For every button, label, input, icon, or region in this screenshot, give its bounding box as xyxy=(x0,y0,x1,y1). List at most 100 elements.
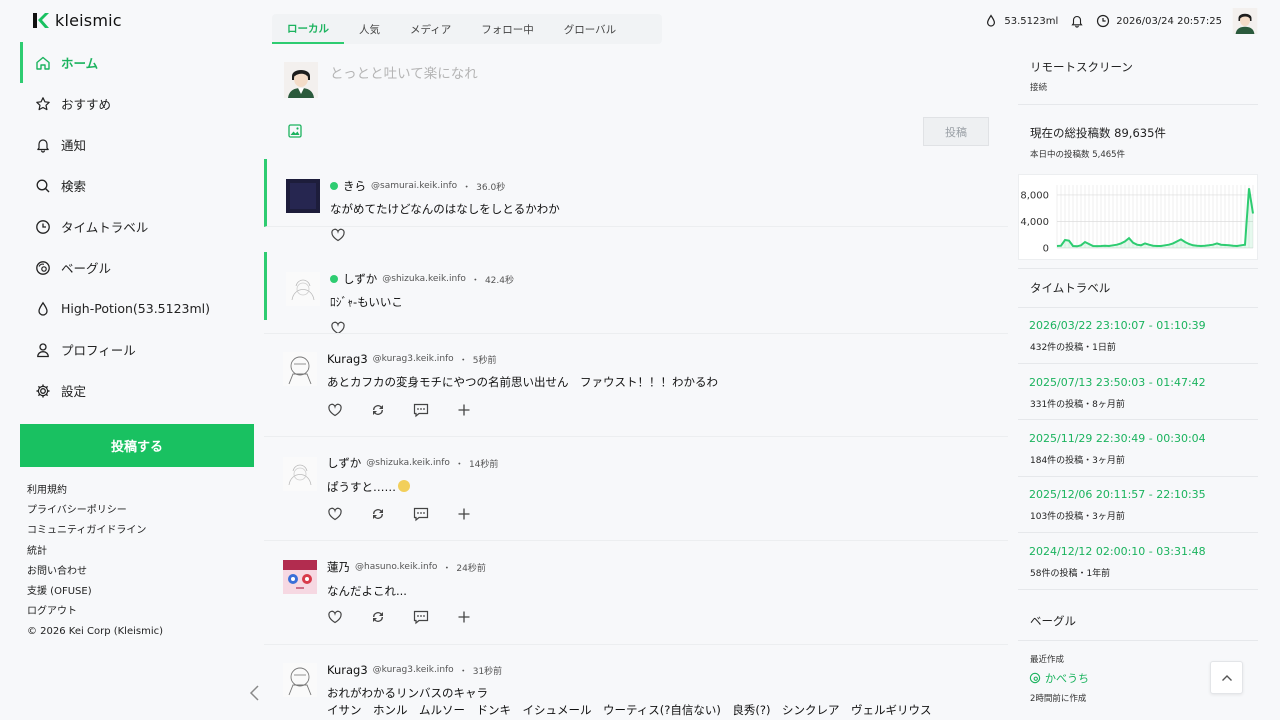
post-time: 36.0秒 xyxy=(476,182,506,193)
more-button[interactable] xyxy=(456,609,499,625)
post-text-line: イサン ホンル ムルソー ドンキ イシュメール ウーティス(?自信ない) 良秀(… xyxy=(327,703,932,717)
nav-item-search[interactable]: 検索 xyxy=(20,165,256,206)
stats-link[interactable]: 統計 xyxy=(27,542,163,562)
repost-button[interactable] xyxy=(370,402,413,418)
plus-icon xyxy=(458,611,470,623)
nav-item-notifications[interactable]: 通知 xyxy=(20,124,256,165)
y-tick-label: 0 xyxy=(1043,244,1049,255)
logout-link[interactable]: ログアウト xyxy=(27,602,163,622)
clock-icon xyxy=(1097,14,1110,28)
nav-item-bagel[interactable]: ベーグル xyxy=(20,247,256,288)
timeline-post[interactable]: 蓮乃 @hasuno.keik.info ・ 24秒前 なんだよこれ... xyxy=(264,541,1008,645)
timeline-post[interactable]: きら @samurai.keik.info ・ 36.0秒 ながめてたけどなんの… xyxy=(264,159,1008,242)
post-handle[interactable]: @hasuno.keik.info xyxy=(355,562,437,572)
create-post-button[interactable]: 投稿する xyxy=(20,424,254,467)
community-guidelines-link[interactable]: コミュニティガイドライン xyxy=(27,521,163,541)
post-handle[interactable]: @kurag3.keik.info xyxy=(373,665,454,675)
tab-popular[interactable]: 人気 xyxy=(344,14,395,44)
remote-screen-status[interactable]: 接続 xyxy=(1030,81,1047,93)
divider xyxy=(1018,589,1258,590)
post-author[interactable]: 蓮乃 xyxy=(327,559,350,575)
timetravel-entry[interactable]: 2025/12/06 20:11:57 - 22:10:35 xyxy=(1029,488,1206,501)
user-avatar[interactable] xyxy=(1232,8,1258,34)
support-link[interactable]: 支援 (OFUSE) xyxy=(27,582,163,602)
bagel-item[interactable]: かべうち xyxy=(1029,670,1089,686)
scroll-to-top-button[interactable] xyxy=(1210,661,1243,694)
today-posts: 本日中の投稿数 5,465件 xyxy=(1030,150,1126,160)
copyright-text: © 2026 Kei Corp (Kleismic) xyxy=(27,626,164,638)
repost-button[interactable] xyxy=(370,506,413,522)
reply-button[interactable] xyxy=(413,609,456,625)
nav-item-high-potion[interactable]: High-Potion(53.5123ml) xyxy=(20,288,256,329)
privacy-link[interactable]: プライバシーポリシー xyxy=(27,501,163,521)
timeline-post[interactable]: Kurag3 @kurag3.keik.info ・ 5秒前 あとカフカの変身モ… xyxy=(264,334,1008,437)
avatar[interactable] xyxy=(283,560,317,594)
nav-item-settings[interactable]: 設定 xyxy=(20,370,256,411)
timeline-post[interactable]: Kurag3 @kurag3.keik.info ・ 31秒前 おれがわかるリン… xyxy=(264,645,1008,720)
nav-item-recommended[interactable]: おすすめ xyxy=(20,83,256,124)
compose-input[interactable] xyxy=(330,60,970,88)
divider xyxy=(1018,640,1258,641)
contact-link[interactable]: お問い合わせ xyxy=(27,562,163,582)
tab-following[interactable]: フォロー中 xyxy=(466,14,549,44)
timeline-post[interactable]: しずか @shizuka.keik.info ・ 14秒前 ぱうすと…… xyxy=(264,437,1008,541)
more-button[interactable] xyxy=(456,506,499,522)
search-icon xyxy=(36,179,50,192)
nav-item-home[interactable]: ホーム xyxy=(20,42,256,83)
bagel-title: ベーグル xyxy=(1030,614,1076,628)
heart-icon xyxy=(328,403,342,417)
avatar[interactable] xyxy=(286,272,320,306)
post-handle[interactable]: @shizuka.keik.info xyxy=(366,458,450,468)
post-time: 24秒前 xyxy=(456,563,486,574)
like-button[interactable] xyxy=(327,402,370,418)
post-author[interactable]: Kurag3 xyxy=(327,663,368,677)
terms-link[interactable]: 利用規約 xyxy=(27,481,163,501)
post-handle[interactable]: @shizuka.keik.info xyxy=(382,274,466,284)
post-author[interactable]: きら xyxy=(343,178,366,194)
post-separator: ・ xyxy=(470,275,480,286)
avatar[interactable] xyxy=(283,457,317,491)
repost-button[interactable] xyxy=(370,609,413,625)
avatar[interactable] xyxy=(283,663,317,697)
like-button[interactable] xyxy=(327,609,370,625)
bagel-name[interactable]: かべうち xyxy=(1045,670,1089,686)
post-handle[interactable]: @kurag3.keik.info xyxy=(373,354,454,364)
timetravel-entry[interactable]: 2026/03/22 23:10:07 - 01:10:39 xyxy=(1029,319,1206,332)
drop-icon xyxy=(38,301,48,316)
post-separator: ・ xyxy=(458,666,468,677)
post-author[interactable]: しずか xyxy=(327,455,361,471)
attach-image-icon[interactable] xyxy=(288,124,302,138)
tab-global[interactable]: グローバル xyxy=(549,14,631,44)
reply-button[interactable] xyxy=(413,506,456,522)
timeline-post[interactable]: しずか @shizuka.keik.info ・ 42.4秒 ﾛｼﾞｬ-もいいこ xyxy=(264,252,1008,335)
collapse-sidebar-icon[interactable] xyxy=(248,684,262,702)
timetravel-entry[interactable]: 2024/12/12 02:00:10 - 03:31:48 xyxy=(1029,545,1206,558)
heart-icon xyxy=(328,610,342,624)
post-time: 42.4秒 xyxy=(484,275,514,286)
timetravel-entry-sub: 103件の投稿・3ヶ月前 xyxy=(1030,512,1125,522)
post-time: 14秒前 xyxy=(468,459,499,470)
comment-icon xyxy=(413,610,429,625)
avatar[interactable] xyxy=(283,352,317,386)
kleismic-logo-icon xyxy=(33,12,49,28)
nav-item-timetravel[interactable]: タイムトラベル xyxy=(20,206,256,247)
post-author[interactable]: しずか xyxy=(343,271,377,287)
compose-submit-button[interactable]: 投稿 xyxy=(923,117,989,146)
more-button[interactable] xyxy=(456,402,499,418)
plus-icon xyxy=(458,508,470,520)
reply-button[interactable] xyxy=(413,402,456,418)
nav-item-profile[interactable]: プロフィール xyxy=(20,329,256,370)
bell-icon[interactable] xyxy=(1070,14,1084,28)
brand-logo[interactable]: kleismic xyxy=(32,10,122,30)
post-author[interactable]: Kurag3 xyxy=(327,352,368,366)
like-button[interactable] xyxy=(330,227,373,243)
timetravel-entry[interactable]: 2025/07/13 23:50:03 - 01:47:42 xyxy=(1029,376,1206,389)
post-handle[interactable]: @samurai.keik.info xyxy=(371,181,457,191)
post-body: ﾛｼﾞｬ-もいいこ xyxy=(330,295,403,309)
tab-media[interactable]: メディア xyxy=(395,14,466,44)
avatar[interactable] xyxy=(286,179,320,213)
timetravel-entry[interactable]: 2025/11/29 22:30:49 - 00:30:04 xyxy=(1029,432,1206,445)
like-button[interactable] xyxy=(327,506,370,522)
tab-local[interactable]: ローカル xyxy=(272,14,344,44)
main-nav: ホーム おすすめ 通知 検索 タイムトラベル ベーグル High-Potion(… xyxy=(20,42,256,411)
